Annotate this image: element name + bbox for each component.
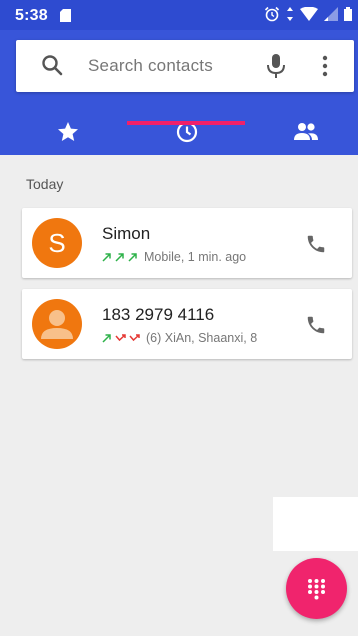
status-bar: 5:38	[0, 0, 358, 30]
missed-call-icon	[129, 334, 140, 342]
phone-icon	[307, 316, 325, 334]
tab-recents[interactable]	[127, 108, 246, 155]
status-icons	[264, 6, 352, 22]
section-label-today: Today	[26, 176, 64, 192]
avatar-letter: S	[48, 228, 66, 258]
tab-contacts[interactable]	[246, 108, 358, 155]
outgoing-call-icon	[102, 253, 111, 262]
call-type-icons	[102, 333, 140, 343]
call-log-item[interactable]: S Simon Mobile, 1 min. ago	[22, 208, 352, 278]
dialpad-icon	[308, 579, 325, 600]
blank-area	[273, 497, 358, 551]
wifi-icon	[300, 7, 318, 21]
battery-icon	[344, 7, 352, 21]
call-detail: (6) XiAn, Shaanxi, 8	[102, 331, 257, 345]
status-time: 5:38	[15, 7, 48, 24]
app-header: Search contacts	[0, 30, 358, 155]
call-detail: Mobile, 1 min. ago	[102, 250, 246, 264]
alarm-icon	[264, 6, 280, 22]
outgoing-call-icon	[128, 253, 137, 262]
star-icon	[57, 121, 78, 141]
person-placeholder-icon	[41, 310, 73, 339]
more-options-icon[interactable]	[321, 54, 329, 83]
contact-name: Simon	[102, 224, 151, 243]
mic-icon[interactable]	[266, 53, 286, 84]
sd-card-icon	[60, 9, 71, 27]
phone-icon	[307, 235, 325, 253]
tab-speed-dial[interactable]	[8, 108, 127, 155]
call-detail-text: (6) XiAn, Shaanxi, 8	[146, 331, 258, 345]
call-button[interactable]	[302, 311, 330, 339]
search-input[interactable]: Search contacts	[88, 56, 213, 76]
missed-call-icon	[115, 334, 126, 342]
call-button[interactable]	[302, 230, 330, 258]
contact-name: 183 2979 4116	[102, 305, 215, 324]
data-transfer-icon	[287, 7, 293, 21]
avatar[interactable]	[32, 299, 82, 349]
dialpad-button[interactable]	[286, 558, 347, 619]
outgoing-call-icon	[102, 334, 111, 343]
call-type-icons	[102, 252, 138, 262]
people-icon	[293, 122, 318, 140]
call-log-item[interactable]: 183 2979 4116 (6) XiAn, Shaanxi, 8	[22, 289, 352, 359]
outgoing-call-icon	[115, 253, 124, 262]
search-box[interactable]: Search contacts	[16, 40, 354, 92]
avatar[interactable]: S	[32, 218, 82, 268]
search-icon[interactable]	[41, 54, 63, 81]
call-detail-text: Mobile, 1 min. ago	[144, 250, 247, 264]
tab-bar	[0, 108, 358, 155]
selected-tab-indicator	[127, 121, 245, 125]
signal-icon	[324, 7, 338, 21]
